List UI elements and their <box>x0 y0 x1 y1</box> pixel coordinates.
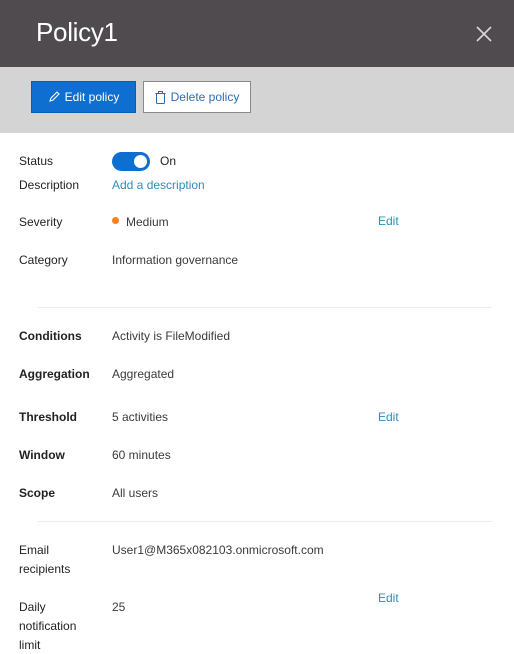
threshold-label: Threshold <box>19 410 78 424</box>
edit-policy-label: Edit policy <box>64 90 120 104</box>
label-line: recipients <box>19 562 71 576</box>
trash-icon <box>155 90 166 104</box>
panel-header: Policy1 <box>0 0 514 67</box>
severity-value: Medium <box>126 215 169 229</box>
scope-label: Scope <box>19 486 56 500</box>
severity-dot-icon <box>112 217 119 224</box>
severity-value-wrap: Medium <box>112 213 169 232</box>
window-label: Window <box>19 448 65 462</box>
edit-policy-button[interactable]: Edit policy <box>31 81 136 113</box>
category-value: Information governance <box>112 253 239 267</box>
description-label: Description <box>19 178 80 192</box>
section-divider <box>38 521 492 522</box>
close-icon[interactable] <box>474 24 494 44</box>
edit-notifications-link[interactable]: Edit <box>378 589 399 608</box>
scope-value: All users <box>112 486 159 500</box>
window-value: 60 minutes <box>112 448 171 462</box>
conditions-label: Conditions <box>19 329 82 343</box>
add-description-link[interactable]: Add a description <box>112 176 205 195</box>
status-value: On <box>160 154 177 168</box>
pencil-icon <box>48 91 60 103</box>
conditions-value: Activity is FileModified <box>112 329 231 343</box>
edit-threshold-link[interactable]: Edit <box>378 408 399 427</box>
delete-policy-button[interactable]: Delete policy <box>143 81 251 113</box>
label-line: limit <box>19 638 41 652</box>
panel-title: Policy1 <box>36 17 118 47</box>
status-toggle[interactable] <box>112 152 150 171</box>
toggle-knob <box>134 155 147 168</box>
toolbar: Edit policy Delete policy <box>0 67 514 133</box>
label-line: notification <box>19 619 77 633</box>
email-recipients-value: User1@M365x082103.onmicrosoft.com <box>112 543 324 557</box>
label-line: Daily <box>19 600 46 614</box>
edit-severity-link[interactable]: Edit <box>378 213 399 230</box>
category-label: Category <box>19 253 68 267</box>
status-label: Status <box>19 154 54 168</box>
severity-label: Severity <box>19 215 63 229</box>
daily-limit-value: 25 <box>112 600 126 614</box>
label-line: Email <box>19 543 50 557</box>
aggregation-value: Aggregated <box>112 367 175 381</box>
delete-policy-label: Delete policy <box>170 90 240 104</box>
email-recipients-label: Email recipients <box>19 541 70 579</box>
threshold-value: 5 activities <box>112 410 169 424</box>
daily-limit-label: Daily notification limit <box>19 598 76 654</box>
section-divider <box>38 307 492 308</box>
aggregation-label: Aggregation <box>19 367 90 381</box>
